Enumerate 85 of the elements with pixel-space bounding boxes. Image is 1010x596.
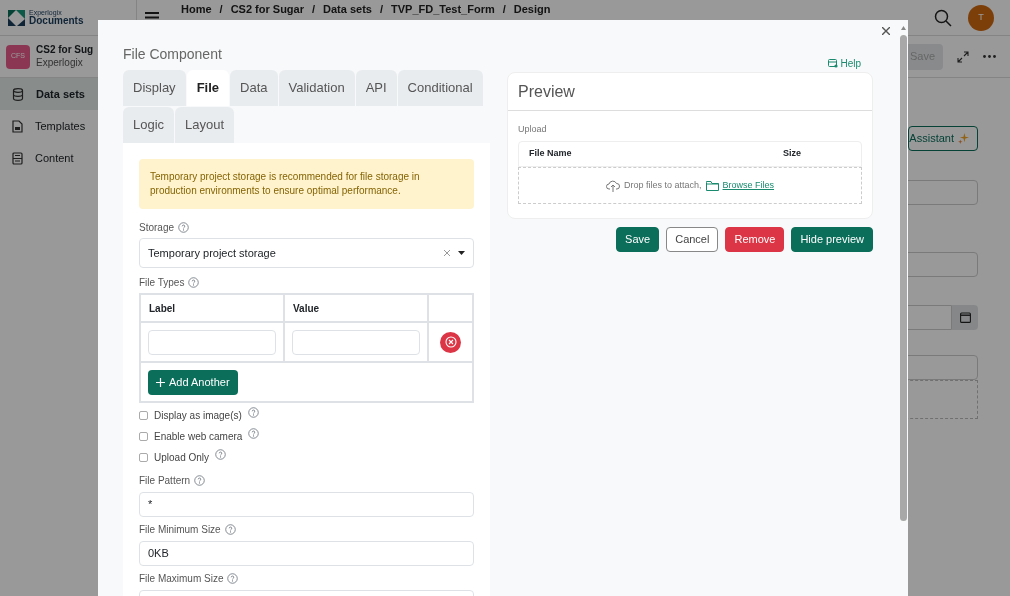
breadcrumb-link[interactable]: Data sets xyxy=(323,1,372,18)
tab[interactable]: Conditional xyxy=(397,70,483,106)
checkbox[interactable] xyxy=(139,432,148,441)
text-field[interactable]: * xyxy=(139,492,474,517)
scroll-up-icon[interactable] xyxy=(901,26,906,30)
help-book-icon xyxy=(828,58,839,68)
add-another-button[interactable]: Add Another xyxy=(148,369,238,395)
upload-label: Upload xyxy=(518,123,548,136)
label-input[interactable] xyxy=(148,329,276,355)
column-header: Size xyxy=(783,147,801,161)
field-value: 0KB xyxy=(148,546,169,562)
help-icon[interactable] xyxy=(194,474,206,486)
logo-title: Documents xyxy=(29,16,84,26)
tab[interactable]: Validation xyxy=(278,70,355,106)
tab[interactable]: Layout xyxy=(175,107,235,143)
breadcrumb-separator: / xyxy=(501,2,507,18)
column-header: File Name xyxy=(528,147,573,161)
help-icon[interactable] xyxy=(224,523,236,535)
plus-icon xyxy=(156,377,165,387)
content-icon xyxy=(12,151,23,165)
field-label: File Minimum Size xyxy=(139,522,221,537)
help-icon[interactable] xyxy=(188,276,200,288)
database-icon xyxy=(12,87,24,101)
tab[interactable]: Display xyxy=(123,70,186,106)
calendar-button[interactable] xyxy=(952,305,978,330)
field-label: File Pattern xyxy=(139,473,191,488)
expand-icon[interactable] xyxy=(957,50,969,63)
help-icon[interactable] xyxy=(227,572,239,584)
help-icon[interactable] xyxy=(178,221,190,233)
browse-files-link[interactable]: Browse Files xyxy=(722,178,775,193)
help-link[interactable]: Help xyxy=(828,54,861,72)
nav-item[interactable]: Content xyxy=(0,142,136,174)
checkbox[interactable] xyxy=(139,411,148,420)
document-icon xyxy=(12,119,23,133)
breadcrumb-separator: / xyxy=(218,2,224,18)
remove-button[interactable]: Remove xyxy=(725,227,785,252)
help-icon[interactable] xyxy=(215,449,227,460)
checkbox-label: Display as image(s) xyxy=(154,409,242,423)
column-header: Value xyxy=(285,295,429,321)
action-button[interactable]: Save xyxy=(616,227,660,252)
sparkle-icon xyxy=(958,133,969,144)
close-icon[interactable] xyxy=(882,27,890,35)
calendar-icon xyxy=(959,312,971,323)
tab[interactable]: API xyxy=(355,70,397,106)
project-org: Experlogix xyxy=(36,56,84,69)
value-input[interactable] xyxy=(292,329,420,355)
cancel-button[interactable]: Cancel xyxy=(666,227,719,252)
tab[interactable]: Logic xyxy=(123,107,175,143)
breadcrumb-link[interactable]: TVP_FD_Test_Form xyxy=(391,1,495,18)
project-name: CS2 for Sug xyxy=(36,44,94,57)
action-button[interactable]: Hide preview xyxy=(791,227,873,252)
caret-icon xyxy=(458,251,465,255)
file-drop-zone[interactable]: Drop files to attach, Browse Files xyxy=(518,167,862,204)
more-icon[interactable] xyxy=(983,55,996,58)
checkbox-label: Upload Only xyxy=(154,451,210,465)
storage-select[interactable]: Temporary project storage xyxy=(139,238,474,268)
folder-icon xyxy=(705,180,719,191)
breadcrumb-link[interactable]: Home xyxy=(181,1,212,18)
column-header: Label xyxy=(141,295,285,321)
cloud-upload-icon xyxy=(605,179,620,192)
field-label: File Types xyxy=(139,275,185,290)
checkbox[interactable] xyxy=(139,453,148,462)
field-label: File Maximum Size xyxy=(139,571,224,586)
info-alert: Temporary project storage is recommended for file storage in production environments to ensure optimal performance. xyxy=(139,159,474,209)
breadcrumb-link[interactable]: CS2 for Sugar xyxy=(230,1,304,18)
breadcrumb-separator: / xyxy=(378,2,385,18)
preview-title: Preview xyxy=(518,81,575,102)
logo-icon xyxy=(8,9,25,26)
text-field[interactable]: 0KB xyxy=(139,541,474,566)
clear-icon[interactable] xyxy=(444,250,450,256)
checkbox-label: Enable web camera xyxy=(154,430,243,444)
help-icon[interactable] xyxy=(248,428,260,439)
modal-title: File Component xyxy=(123,45,223,64)
breadcrumb-separator: / xyxy=(311,2,317,18)
tab[interactable]: Data xyxy=(230,70,278,106)
breadcrumb-link[interactable]: Design xyxy=(513,1,551,18)
drop-text: Drop files to attach, xyxy=(623,178,702,192)
field-value: * xyxy=(148,497,153,513)
field-label: Storage xyxy=(139,220,175,235)
help-icon[interactable] xyxy=(247,407,259,418)
scrollbar[interactable] xyxy=(900,35,907,521)
close-circle-icon xyxy=(444,336,457,348)
remove-row-button[interactable] xyxy=(440,331,461,353)
tab[interactable]: File xyxy=(186,70,230,106)
search-icon[interactable] xyxy=(934,8,952,27)
